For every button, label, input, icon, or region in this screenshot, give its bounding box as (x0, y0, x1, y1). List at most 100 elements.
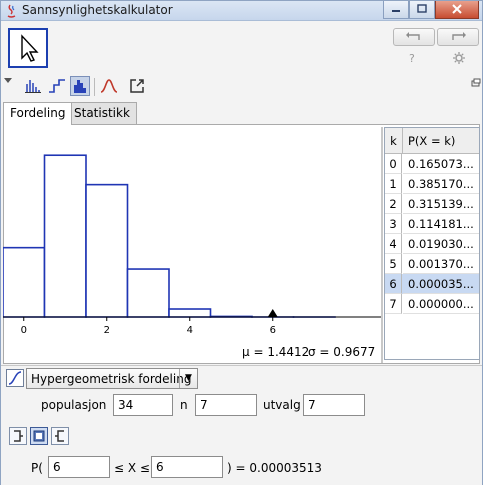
bar-graph-toggle[interactable] (23, 76, 43, 96)
cell-probability: 0.315139... (403, 194, 479, 214)
cell-probability: 0.000000... (403, 294, 479, 314)
right-bracket-icon (55, 430, 64, 442)
cell-probability: 0.000035... (403, 274, 479, 294)
right-sided-button[interactable] (51, 427, 69, 445)
cell-k: 6 (385, 274, 402, 294)
minimize-button[interactable] (383, 1, 409, 19)
export-icon (130, 79, 144, 93)
undo-arrow-icon (406, 32, 420, 40)
redo-button[interactable] (437, 28, 479, 46)
sample-input[interactable] (303, 394, 365, 416)
normal-overlay-toggle[interactable] (99, 76, 119, 96)
title-bar: Sannsynlighetskalkulator (1, 1, 482, 21)
main-toolbar: ? (1, 22, 482, 72)
normal-curve-icon (100, 79, 118, 93)
table-row[interactable]: 6 0.000035... (385, 274, 479, 294)
maximize-icon (417, 4, 427, 13)
sample-label: utvalg (263, 398, 301, 412)
n-input[interactable] (195, 394, 257, 416)
interval-button[interactable] (30, 427, 48, 445)
column-header-p: P(X = k) (408, 134, 456, 148)
histogram-bar (126, 268, 170, 318)
tab-statistikk[interactable]: Statistikk (67, 102, 137, 124)
distribution-dropdown[interactable]: Hypergeometrisk fordeling ▼ (26, 368, 198, 389)
separator (94, 78, 95, 96)
histogram-icon (74, 80, 86, 93)
cell-k: 4 (385, 234, 402, 254)
histogram-bar (85, 183, 129, 318)
collapse-triangle-icon[interactable] (3, 76, 13, 86)
cell-k: 7 (385, 294, 402, 314)
close-icon (452, 4, 462, 14)
help-button[interactable]: ? (409, 52, 415, 65)
histogram-bar (43, 154, 87, 318)
cell-probability: 0.114181... (403, 214, 479, 234)
sigma-label: σ = 0.9677 (308, 345, 376, 359)
cell-probability: 0.001370... (403, 254, 479, 274)
table-row[interactable]: 1 0.385170... (385, 174, 479, 194)
tab-fordeling[interactable]: Fordeling (3, 102, 73, 125)
range-operator-label: ≤ X ≤ (114, 461, 150, 475)
cell-k: 2 (385, 194, 402, 214)
column-divider (402, 128, 403, 154)
move-tool-button[interactable] (8, 28, 48, 68)
undo-button[interactable] (393, 28, 435, 46)
cell-probability: 0.019030... (403, 234, 479, 254)
table-row[interactable]: 3 0.114181... (385, 214, 479, 234)
histogram-bar (168, 308, 212, 318)
x-tick-label: 2 (104, 325, 110, 336)
redo-arrow-icon (452, 32, 466, 40)
p-open-label: P( (31, 461, 43, 475)
upper-bound-input[interactable] (151, 456, 223, 478)
bar-graph-icon (25, 80, 41, 93)
histogram-toggle[interactable] (70, 76, 90, 96)
table-row[interactable]: 2 0.315139... (385, 194, 479, 214)
interval-marker (267, 309, 278, 317)
interval-icon (33, 430, 45, 442)
maximize-button[interactable] (409, 1, 435, 19)
table-row[interactable]: 7 0.000000... (385, 294, 479, 314)
cell-probability: 0.385170... (403, 174, 479, 194)
cursor-arrow-icon (21, 34, 39, 62)
table-row[interactable]: 0 0.165073... (385, 154, 479, 174)
minimize-icon (392, 10, 400, 12)
x-tick-label: 0 (21, 325, 27, 336)
cumulative-toggle[interactable] (6, 369, 24, 387)
left-bracket-icon (14, 430, 23, 442)
population-input[interactable] (113, 394, 173, 416)
histogram-bar (3, 246, 46, 318)
close-button[interactable] (435, 1, 479, 19)
cell-k: 3 (385, 214, 402, 234)
window-title: Sannsynlighetskalkulator (22, 3, 173, 17)
java-app-icon (7, 4, 16, 18)
restore-panel-icon[interactable] (471, 78, 481, 88)
mean-label: μ = 1.4412 (242, 345, 310, 359)
export-button[interactable] (127, 76, 147, 96)
cell-k: 1 (385, 174, 402, 194)
n-label: n (180, 398, 188, 412)
cell-k: 0 (385, 154, 402, 174)
table-header: k P(X = k) (385, 128, 479, 154)
probability-result: ) = 0.00003513 (227, 461, 322, 475)
probability-table: k P(X = k) 0 0.165073... 1 0.385170... 2 0.31… (384, 127, 480, 360)
lower-bound-input[interactable] (48, 456, 110, 478)
app-window: Sannsynlighetskalkulator ? Fordeling Sta… (0, 0, 483, 485)
cumulative-curve-icon (8, 371, 22, 385)
cell-probability: 0.165073... (403, 154, 479, 174)
gear-icon[interactable] (453, 52, 465, 64)
step-function-icon (49, 79, 65, 93)
split-divider[interactable] (381, 127, 383, 363)
distribution-chart: 0 2 4 6 (3, 154, 381, 336)
table-row[interactable]: 5 0.001370... (385, 254, 479, 274)
x-tick-label: 4 (187, 325, 193, 336)
left-sided-button[interactable] (9, 427, 27, 445)
x-tick-label: 6 (270, 325, 276, 336)
column-header-k: k (390, 134, 397, 148)
table-row[interactable]: 4 0.019030... (385, 234, 479, 254)
cell-k: 5 (385, 254, 402, 274)
graph-options-bar (1, 74, 482, 100)
chevron-down-icon: ▼ (179, 369, 197, 388)
population-label: populasjon (41, 398, 107, 412)
distribution-selected: Hypergeometrisk fordeling (31, 372, 192, 386)
step-graph-toggle[interactable] (47, 76, 67, 96)
